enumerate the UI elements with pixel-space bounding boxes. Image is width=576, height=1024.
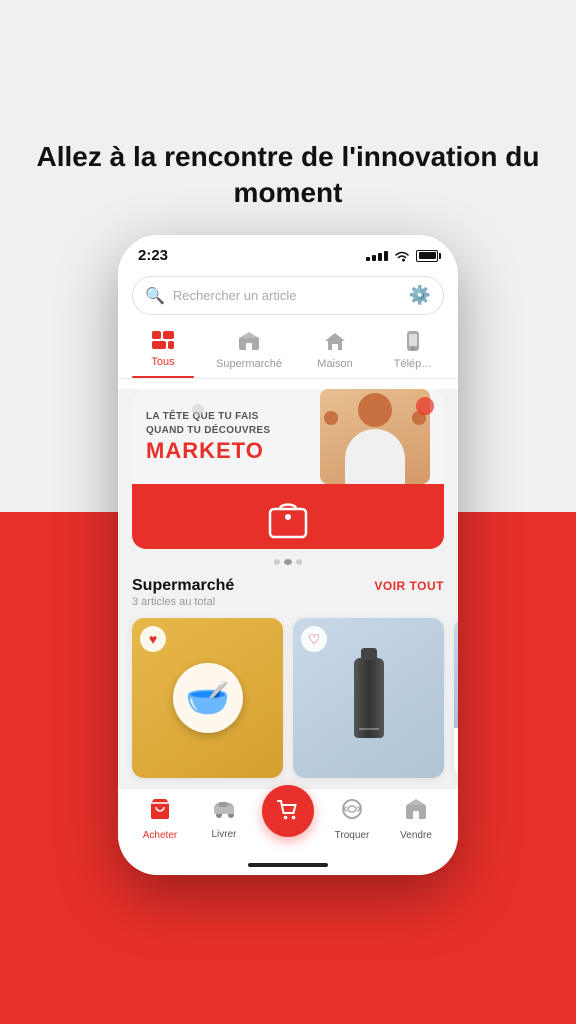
hero-person-image <box>320 389 430 484</box>
products-row: 🥣 ♥ Super céréales 1 000 FCFA ACHETER ♡ <box>118 612 458 788</box>
nav-cart-fab[interactable] <box>262 785 314 837</box>
tab-supermarche[interactable]: Supermarché <box>202 325 296 378</box>
category-tabs: Tous Supermarché <box>118 325 458 379</box>
hero-decoration-1 <box>416 397 434 415</box>
dot-2 <box>284 559 292 565</box>
nav-vendre-icon <box>404 797 428 827</box>
nav-acheter-icon <box>148 797 172 827</box>
tab-tous[interactable]: Tous <box>124 325 202 378</box>
status-icons <box>366 250 438 262</box>
dot-1 <box>274 559 280 565</box>
hero-text: LA TÊTE QUE TU FAIS QUAND TU DÉCOUVRES M… <box>146 410 320 464</box>
product-card-bottle[interactable]: ♡ Eau Karl Kohler 1 000 FCFA ACHETER <box>293 618 444 778</box>
wishlist-button-bottle[interactable]: ♡ <box>301 626 327 652</box>
wifi-icon <box>394 250 410 262</box>
product-card-cereal[interactable]: 🥣 ♥ Super céréales 1 000 FCFA ACHETER <box>132 618 283 778</box>
banner-dots <box>118 559 458 565</box>
phone-frame: 2:23 🔍 Recherch <box>118 235 458 875</box>
nav-livrer[interactable]: Livrer <box>192 798 256 840</box>
search-bar[interactable]: 🔍 Rechercher un article ⚙️ <box>132 276 444 315</box>
section-title-group: Supermarché 3 articles au total <box>132 577 234 608</box>
product-card-partial: ♡ <box>454 618 458 778</box>
nav-livrer-label: Livrer <box>211 829 236 840</box>
voir-tout-button[interactable]: VOIR TOUT <box>374 577 444 593</box>
tab-tele-label: Télép… <box>394 358 433 370</box>
bottom-nav: Acheter Livrer <box>118 788 458 857</box>
section-subtitle: 3 articles au total <box>132 596 234 608</box>
home-indicator <box>118 857 458 875</box>
status-time: 2:23 <box>138 247 168 264</box>
bottle-shape-icon <box>354 658 384 738</box>
nav-vendre-label: Vendre <box>400 830 432 841</box>
product-image-cereal: 🥣 ♥ <box>132 618 283 778</box>
section-header: Supermarché 3 articles au total VOIR TOU… <box>118 573 458 612</box>
product-image-bottle: ♡ <box>293 618 444 778</box>
nav-troquer-label: Troquer <box>335 830 370 841</box>
home-bar <box>248 863 328 867</box>
tab-maison[interactable]: Maison <box>296 325 374 378</box>
tab-tous-icon <box>152 331 174 353</box>
nav-cart-center <box>256 801 320 837</box>
tab-tele-icon <box>404 331 422 355</box>
nav-troquer[interactable]: Troquer <box>320 797 384 841</box>
tab-maison-icon <box>324 331 346 355</box>
hero-top: LA TÊTE QUE TU FAIS QUAND TU DÉCOUVRES M… <box>132 389 444 484</box>
tab-maison-label: Maison <box>317 358 352 370</box>
section-title: Supermarché <box>132 577 234 595</box>
status-bar: 2:23 <box>118 235 458 270</box>
search-placeholder: Rechercher un article <box>173 288 401 303</box>
search-icon: 🔍 <box>145 286 165 306</box>
nav-vendre[interactable]: Vendre <box>384 797 448 841</box>
battery-icon <box>416 250 438 262</box>
settings-icon[interactable]: ⚙️ <box>409 285 431 306</box>
app-content: LA TÊTE QUE TU FAIS QUAND TU DÉCOUVRES M… <box>118 389 458 788</box>
tab-supermarche-icon <box>238 331 260 355</box>
hero-brand: MARKETO <box>146 438 320 464</box>
wishlist-button-cereal[interactable]: ♥ <box>140 626 166 652</box>
hero-bottom <box>132 484 444 549</box>
tab-supermarche-label: Supermarché <box>216 358 282 370</box>
tab-tous-label: Tous <box>151 356 174 368</box>
page-headline: Allez à la rencontre de l'innovation du … <box>0 139 576 212</box>
nav-livrer-icon <box>211 798 237 826</box>
signal-icon <box>366 251 388 261</box>
nav-troquer-icon <box>340 797 364 827</box>
tab-tele[interactable]: Télép… <box>374 325 452 378</box>
marketo-bag-icon <box>266 495 310 539</box>
hero-small-text: LA TÊTE QUE TU FAIS QUAND TU DÉCOUVRES <box>146 410 320 438</box>
nav-acheter[interactable]: Acheter <box>128 797 192 841</box>
cereal-bowl-icon: 🥣 <box>173 663 243 733</box>
dot-3 <box>296 559 302 565</box>
hero-banner[interactable]: LA TÊTE QUE TU FAIS QUAND TU DÉCOUVRES M… <box>132 389 444 549</box>
nav-acheter-label: Acheter <box>143 830 177 841</box>
